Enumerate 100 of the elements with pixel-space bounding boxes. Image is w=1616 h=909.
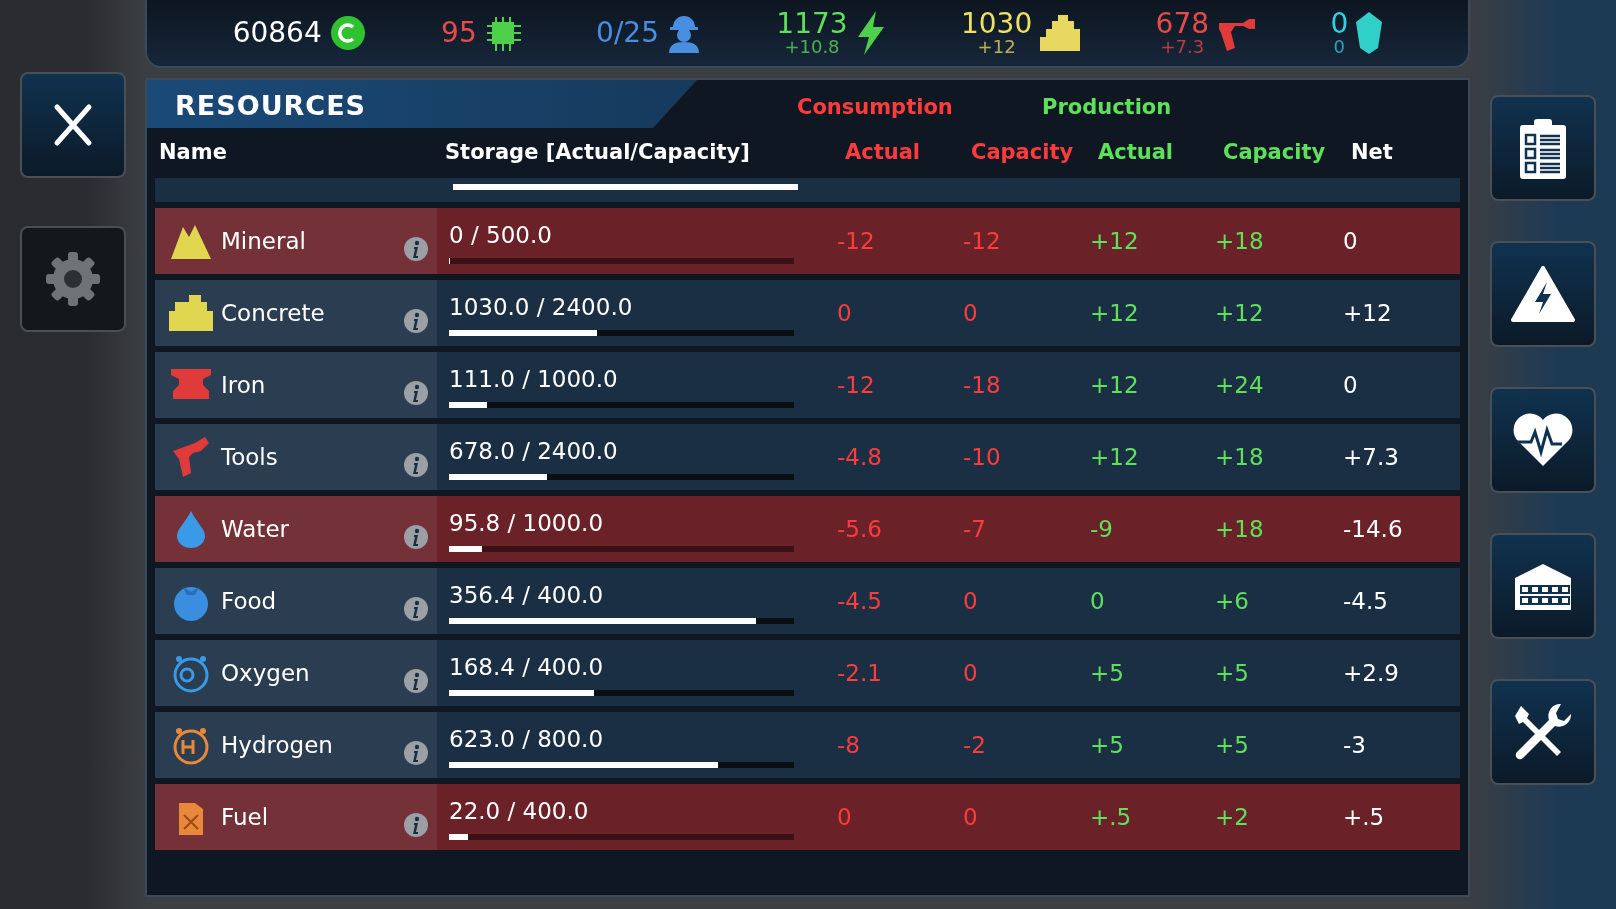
table-cell: 0 [1343,227,1358,254]
table-cell: -3 [1343,731,1366,758]
table-cell: +.5 [1090,803,1132,830]
storage-value: 623.0 / 800.0 [449,725,604,752]
resource-name: Hydrogen [221,730,334,760]
info-icon[interactable] [403,236,429,262]
resource-name: Iron [221,370,267,400]
column-header: Capacity [1222,140,1326,165]
table-cell: -12 [837,227,875,254]
storage-value: 168.4 / 400.0 [449,653,604,680]
resource-name: Tools [221,442,279,472]
reports-button[interactable] [1490,95,1596,201]
table-cell: +12 [1090,443,1139,470]
info-icon[interactable] [403,524,429,550]
table-cell: -9 [1090,515,1113,542]
table-cell: +18 [1215,443,1264,470]
column-header: Capacity [970,140,1074,165]
bricks-icon [1040,15,1081,51]
column-header: Net [1350,140,1393,165]
table-cell: 0 [837,803,852,830]
resource-count: 678 [1155,10,1210,38]
table-cell: -10 [963,443,1001,470]
resource-count: 1173 [776,10,848,38]
storage-value: 678.0 / 2400.0 [449,437,618,464]
resource-rate: 0 [1333,38,1346,56]
info-icon[interactable] [403,380,429,406]
table-cell: 0 [963,587,978,614]
table-cell: -5.6 [837,515,882,542]
column-header: Name [158,140,227,165]
storage-value: 95.8 / 1000.0 [449,509,604,536]
storage-value: 111.0 / 1000.0 [449,365,618,392]
storage-value: 356.4 / 400.0 [449,581,604,608]
table-cell: +12 [1090,299,1139,326]
table-cell: +7.3 [1343,443,1399,470]
settings-button[interactable] [19,226,126,332]
column-header: Actual [1097,140,1174,165]
table-cell: 0 [1343,371,1358,398]
table-cell: +.5 [1343,803,1385,830]
table-cell: -18 [963,371,1001,398]
table-cell: +5 [1215,659,1249,686]
table-cell: 0 [963,659,978,686]
coin-icon [329,15,366,51]
table-cell: -7 [963,515,986,542]
table-cell: +5 [1215,731,1249,758]
build-button[interactable] [1490,679,1596,785]
chip-icon [484,15,521,51]
table-cell: +2.9 [1343,659,1399,686]
resource-count: 60864 [232,19,322,47]
worker-icon [667,13,701,53]
column-header: Storage [Actual/Capacity] [445,140,750,165]
storage-value: 22.0 / 400.0 [449,797,589,824]
table-cell: +5 [1090,731,1124,758]
bricks-icon [169,293,213,333]
table-cell: +18 [1215,515,1264,542]
info-icon[interactable] [403,812,429,838]
table-cell: -8 [837,731,860,758]
info-icon[interactable] [403,308,429,334]
table-cell: -4.8 [837,443,882,470]
resource-count: 0/25 [596,19,659,47]
resource-name: Food [221,586,278,616]
info-icon[interactable] [403,596,429,622]
table-cell: 0 [1090,587,1105,614]
info-icon[interactable] [403,452,429,478]
table-cell: -14.6 [1343,515,1403,542]
power-button[interactable] [1490,241,1596,347]
info-icon[interactable] [403,740,429,766]
table-cell: +12 [1343,299,1392,326]
table-cell: +12 [1090,227,1139,254]
resource-rate: +10.8 [784,38,840,56]
table-cell: -4.5 [837,587,882,614]
storage-value: 0 / 500.0 [449,221,552,248]
table-cell: +18 [1215,227,1264,254]
resource-rate: +7.3 [1160,38,1205,56]
info-icon[interactable] [403,668,429,694]
resource-name: Concrete [221,298,326,328]
resource-count: 95 [441,19,477,47]
close-button[interactable] [19,72,126,178]
column-header: Actual [844,140,921,165]
table-cell: -2 [963,731,986,758]
table-cell: -2.1 [837,659,882,686]
storage-button[interactable] [1490,533,1596,639]
table-cell: 0 [963,803,978,830]
table-cell: +12 [1215,299,1264,326]
resource-name: Oxygen [221,658,311,688]
resource-name: Water [221,514,290,544]
table-cell: +2 [1215,803,1249,830]
table-cell: +12 [1090,371,1139,398]
resource-rate: +12 [977,38,1016,56]
table-cell: +5 [1090,659,1124,686]
close-icon [52,103,93,147]
table-cell: -4.5 [1343,587,1388,614]
table-cell: -12 [837,371,875,398]
health-button[interactable] [1490,387,1596,493]
resource-count: 1030 [961,10,1033,38]
table-cell: +24 [1215,371,1264,398]
storage-value: 1030.0 / 2400.0 [449,293,633,320]
panel-title: RESOURCES [147,80,697,128]
resource-name: Mineral [221,226,307,256]
lightning-icon [855,11,886,55]
table-cell: +6 [1215,587,1249,614]
